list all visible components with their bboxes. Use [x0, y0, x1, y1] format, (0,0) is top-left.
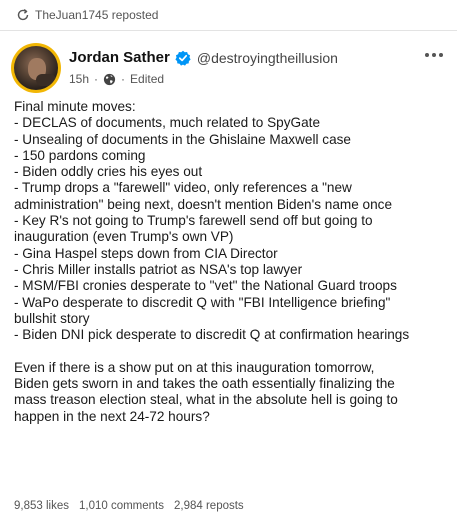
meta-separator: ·: [94, 72, 99, 86]
post-body-line: - Biden oddly cries his eyes out: [14, 164, 203, 180]
divider: [0, 30, 457, 31]
post-body-line: Even if there is a show put on at this i…: [14, 359, 375, 375]
post-body-line: - Biden DNI pick desperate to discredit …: [14, 327, 410, 343]
post-body-line: - 150 pardons coming: [14, 147, 146, 163]
author-handle[interactable]: @destroyingtheillusion: [197, 50, 338, 66]
post-body-line: Biden gets sworn in and takes the oath e…: [14, 376, 395, 392]
post-time[interactable]: 15h: [69, 72, 89, 86]
repost-label: TheJuan1745 reposted: [35, 8, 159, 22]
more-options-icon[interactable]: [425, 53, 443, 57]
likes-count[interactable]: 9,853 likes: [14, 500, 69, 512]
post-body-line: - Key R's not going to Trump's farewell …: [14, 213, 373, 229]
post-body-line: administration" being next, doesn't ment…: [14, 196, 393, 212]
repost-icon: [16, 8, 30, 22]
post-body-line: - Trump drops a "farewell" video, only r…: [14, 180, 352, 196]
verified-badge-icon: [175, 50, 191, 66]
post-meta: 15h · · Edited: [69, 72, 164, 86]
post-body-line: bullshit story: [14, 310, 90, 326]
repost-indicator[interactable]: TheJuan1745 reposted: [0, 0, 457, 30]
paragraph-break: [14, 343, 454, 359]
post-body-line: - Chris Miller installs patriot as NSA's…: [14, 261, 303, 277]
avatar-image: [14, 46, 58, 90]
post-stats: 9,853 likes 1,010 comments 2,984 reposts: [14, 500, 244, 512]
author-display-name[interactable]: Jordan Sather: [69, 49, 170, 66]
post-body-line: mass treason election steal, what in the…: [14, 392, 398, 408]
post-body: Final minute moves: - DECLAS of documents…: [14, 99, 454, 425]
avatar[interactable]: [11, 43, 61, 93]
reposts-count[interactable]: 2,984 reposts: [174, 500, 244, 512]
post-body-line: happen in the next 24-72 hours?: [14, 408, 210, 424]
post-body-line: - Unsealing of documents in the Ghislain…: [14, 131, 351, 147]
post-body-line: - Gina Haspel steps down from CIA Direct…: [14, 245, 278, 261]
post-body-line: - DECLAS of documents, much related to S…: [14, 115, 321, 131]
post-body-line: Final minute moves:: [14, 99, 136, 114]
post-body-line: - MSM/FBI cronies desperate to "vet" the…: [14, 278, 397, 294]
globe-icon: [103, 73, 116, 86]
edited-label: Edited: [130, 72, 165, 86]
comments-count[interactable]: 1,010 comments: [79, 500, 164, 512]
post-body-line: - WaPo desperate to discredit Q with "FB…: [14, 294, 391, 310]
post-body-line: inauguration (even Trump's own VP): [14, 229, 234, 245]
meta-separator: ·: [121, 72, 126, 86]
author-row: Jordan Sather @destroyingtheillusion: [69, 49, 338, 66]
